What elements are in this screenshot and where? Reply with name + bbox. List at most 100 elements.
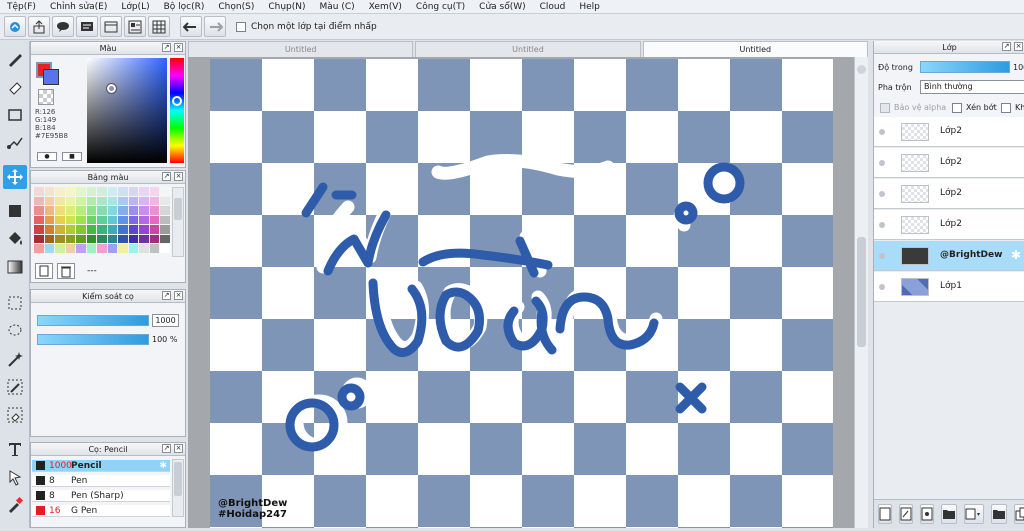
layer-row[interactable]: Lớp2 — [874, 148, 1024, 178]
palette-swatch[interactable] — [139, 244, 149, 253]
tool-operation[interactable] — [3, 465, 27, 489]
tool-gradient[interactable] — [3, 255, 27, 279]
palette-swatch[interactable] — [34, 187, 44, 196]
palette-swatch[interactable] — [149, 206, 160, 215]
palette-delete-button[interactable] — [57, 263, 75, 279]
palette-swatch[interactable] — [118, 206, 128, 215]
palette-swatch[interactable] — [44, 234, 55, 243]
gear-icon[interactable]: ✱ — [159, 461, 167, 471]
brush-item-pen-sharp[interactable]: 8 Pen (Sharp) — [32, 490, 170, 502]
palette-scrollbar[interactable] — [172, 187, 184, 257]
palette-swatch[interactable] — [55, 225, 65, 234]
palette-swatch[interactable] — [65, 187, 76, 196]
canvas-vertical-scrollbar[interactable] — [854, 57, 868, 528]
palette-swatch[interactable] — [76, 234, 86, 243]
tool-select[interactable] — [3, 291, 27, 315]
palette-swatch[interactable] — [128, 225, 139, 234]
palette-swatch[interactable] — [160, 206, 170, 215]
close-icon[interactable]: × — [174, 291, 183, 300]
layer-row-selected[interactable]: @BrightDew ✱ — [874, 241, 1024, 271]
tool-fill-rect[interactable] — [3, 199, 27, 223]
palette-swatch[interactable] — [55, 206, 65, 215]
palette-swatch[interactable] — [97, 234, 107, 243]
menu-edit[interactable]: Chỉnh sửa(E) — [43, 2, 114, 12]
float-icon[interactable]: ↗ — [162, 43, 171, 52]
float-icon[interactable]: ↗ — [162, 444, 171, 453]
clipping-checkbox[interactable] — [952, 103, 962, 113]
tool-magic-wand[interactable] — [3, 347, 27, 371]
menu-capture[interactable]: Chụp(N) — [261, 2, 312, 12]
grid-button[interactable] — [148, 16, 170, 37]
brush-item-pen[interactable]: 8 Pen — [32, 475, 170, 487]
visibility-icon[interactable] — [879, 191, 885, 197]
palette-swatch[interactable] — [139, 196, 149, 205]
undo-button[interactable] — [180, 16, 202, 37]
close-icon[interactable]: × — [174, 444, 183, 453]
palette-swatch[interactable] — [86, 206, 97, 215]
palette-swatch[interactable] — [97, 225, 107, 234]
tool-pen[interactable] — [3, 47, 27, 71]
lock-checkbox[interactable] — [1001, 103, 1011, 113]
palette-swatch[interactable] — [128, 196, 139, 205]
palette-swatch[interactable] — [55, 215, 65, 224]
palette-swatch[interactable] — [149, 196, 160, 205]
layout-button[interactable] — [124, 16, 146, 37]
visibility-icon[interactable] — [879, 160, 885, 166]
palette-swatch[interactable] — [118, 234, 128, 243]
layer-opacity-slider[interactable] — [920, 61, 1010, 73]
palette-swatch[interactable] — [107, 234, 118, 243]
tool-rect-select[interactable] — [3, 103, 27, 127]
sv-picker-cursor[interactable] — [106, 83, 117, 94]
tab-untitled-3[interactable]: Untitled — [642, 41, 868, 57]
palette-swatch[interactable] — [44, 225, 55, 234]
message-button[interactable] — [76, 16, 98, 37]
folder-button[interactable] — [991, 504, 1007, 524]
visibility-icon[interactable] — [879, 222, 885, 228]
palette-swatch[interactable] — [128, 206, 139, 215]
palette-swatch[interactable] — [118, 187, 128, 196]
close-icon[interactable]: × — [1014, 42, 1023, 51]
palette-swatch[interactable] — [86, 215, 97, 224]
tool-eraser[interactable] — [3, 75, 27, 99]
brush-item-g-pen[interactable]: 16 G Pen — [32, 505, 170, 517]
palette-swatch[interactable] — [107, 244, 118, 253]
palette-swatch[interactable] — [55, 187, 65, 196]
palette-swatch[interactable] — [65, 206, 76, 215]
layer-menu-button[interactable] — [964, 504, 984, 524]
layer-row[interactable]: Lớp1 — [874, 272, 1024, 302]
palette-swatch[interactable] — [34, 206, 44, 215]
palette-swatch[interactable] — [118, 215, 128, 224]
menu-file[interactable]: Tệp(F) — [0, 2, 43, 12]
palette-swatch[interactable] — [34, 225, 44, 234]
redo-button[interactable] — [204, 16, 226, 37]
palette-swatch[interactable] — [55, 244, 65, 253]
palette-swatch[interactable] — [34, 234, 44, 243]
palette-swatch[interactable] — [107, 206, 118, 215]
palette-swatch[interactable] — [86, 196, 97, 205]
float-icon[interactable]: ↗ — [1002, 42, 1011, 51]
palette-swatch[interactable] — [128, 234, 139, 243]
palette-swatch[interactable] — [97, 215, 107, 224]
menu-tools[interactable]: Công cụ(T) — [409, 2, 472, 12]
palette-swatch[interactable] — [76, 225, 86, 234]
palette-swatch[interactable] — [97, 206, 107, 215]
palette-swatch[interactable] — [107, 196, 118, 205]
tool-line[interactable] — [3, 131, 27, 155]
new-layer-button[interactable] — [878, 504, 892, 524]
brush-size-slider[interactable] — [37, 315, 149, 326]
drawing-canvas[interactable]: @BrightDew #Hoidap247 — [188, 57, 854, 528]
color-history-button[interactable]: ■ — [62, 152, 82, 161]
palette-swatch[interactable] — [149, 244, 160, 253]
tool-text[interactable] — [3, 437, 27, 461]
gear-icon[interactable]: ✱ — [1011, 248, 1021, 262]
new-folder-button[interactable] — [941, 504, 957, 524]
tool-move[interactable] — [3, 165, 27, 189]
palette-swatch[interactable] — [139, 206, 149, 215]
palette-swatch[interactable] — [139, 234, 149, 243]
palette-swatch[interactable] — [149, 187, 160, 196]
scroll-thumb[interactable] — [857, 237, 866, 347]
protect-alpha-checkbox[interactable] — [880, 103, 890, 113]
palette-swatch[interactable] — [65, 244, 76, 253]
palette-swatch[interactable] — [139, 215, 149, 224]
menu-select[interactable]: Chọn(S) — [211, 2, 261, 12]
